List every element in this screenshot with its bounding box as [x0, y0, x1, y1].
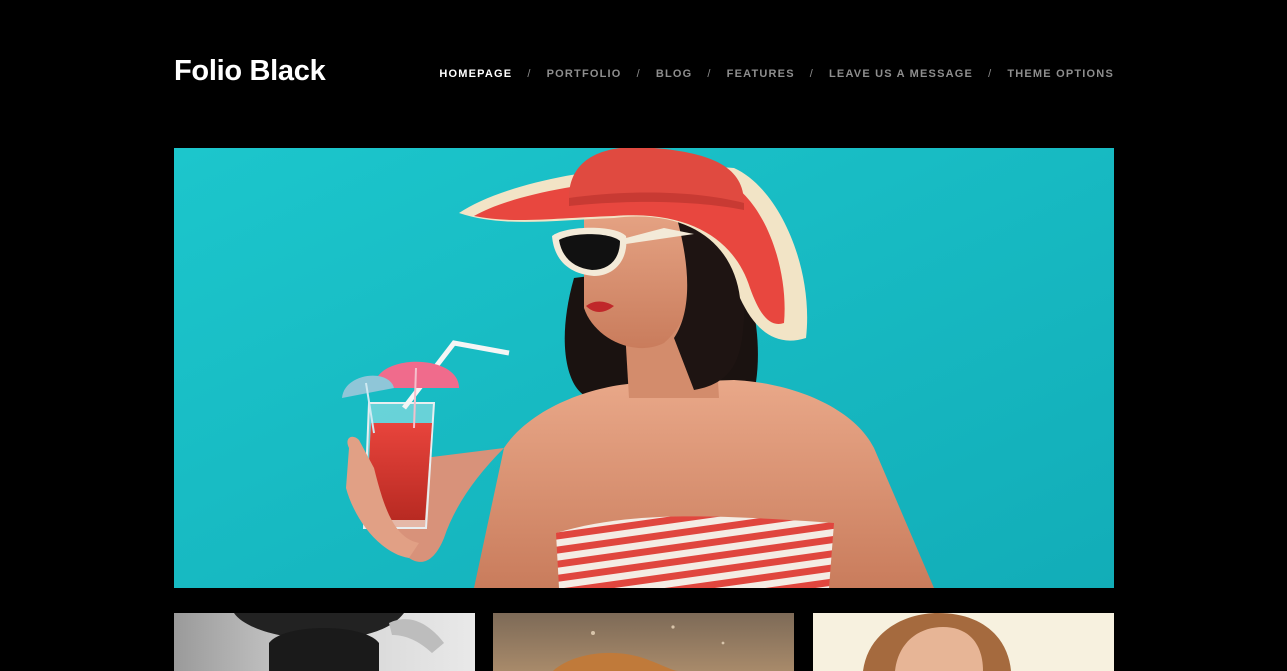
nav-theme-options[interactable]: THEME OPTIONS: [1007, 67, 1114, 81]
portfolio-thumb-portrait-icon: [813, 613, 1114, 671]
portfolio-thumb-sand-icon: [493, 613, 794, 671]
nav-separator: /: [707, 68, 712, 80]
nav-blog[interactable]: BLOG: [656, 67, 693, 81]
nav-features[interactable]: FEATURES: [727, 67, 795, 81]
portfolio-thumbnail[interactable]: [174, 613, 475, 671]
portfolio-thumbnail[interactable]: [813, 613, 1114, 671]
main-navigation: HOMEPAGE / PORTFOLIO / BLOG / FEATURES /…: [439, 67, 1114, 81]
nav-leave-us-a-message[interactable]: LEAVE US A MESSAGE: [829, 67, 973, 81]
site-title[interactable]: Folio Black: [174, 53, 326, 89]
nav-separator: /: [809, 68, 815, 80]
nav-separator: /: [988, 68, 993, 80]
nav-separator: /: [636, 68, 641, 80]
nav-portfolio[interactable]: PORTFOLIO: [547, 67, 622, 81]
portfolio-thumb-bw-icon: [174, 613, 475, 671]
nav-homepage[interactable]: HOMEPAGE: [439, 67, 512, 81]
featured-photo-icon: [174, 148, 1114, 588]
featured-image[interactable]: [174, 148, 1114, 588]
portfolio-thumbnail[interactable]: [493, 613, 794, 671]
nav-separator: /: [527, 68, 532, 80]
